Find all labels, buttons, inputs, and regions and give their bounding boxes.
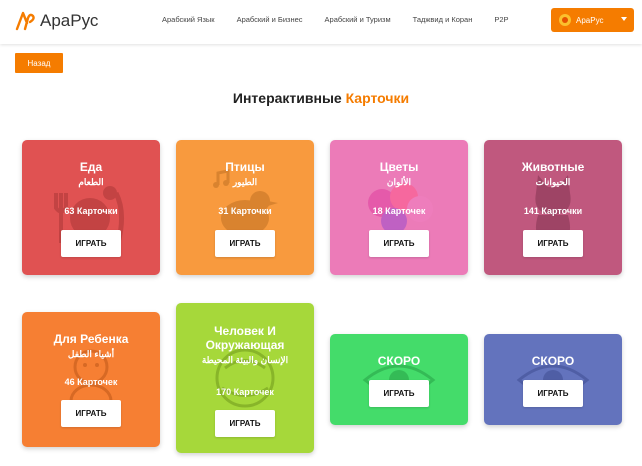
card-title: Для Ребенка xyxy=(53,332,129,346)
logo[interactable]: АраРус xyxy=(14,8,98,34)
card-title: Цветы xyxy=(379,160,419,174)
nav-item-arabic-tourism[interactable]: Арабский и Туризм xyxy=(325,15,391,24)
card-title: СКОРО xyxy=(377,354,421,368)
back-button[interactable]: Назад xyxy=(15,53,63,73)
nav-item-arabic-business[interactable]: Арабский и Бизнес xyxy=(237,15,303,24)
category-card-animals[interactable]: Животные الحيوانات 141 Карточки ИГРАТЬ xyxy=(484,140,622,275)
category-card-coming-soon-2: СКОРО ИГРАТЬ xyxy=(484,334,622,425)
chevron-down-icon xyxy=(621,17,627,21)
card-arabic-title: الحيوانات xyxy=(535,177,571,187)
category-card-colors[interactable]: Цветы الألوان 18 Карточек ИГРАТЬ xyxy=(330,140,468,275)
avatar xyxy=(559,14,571,26)
page-title: Интерактивные Карточки xyxy=(0,90,642,106)
top-header: АраРус Арабский Язык Арабский и Бизнес А… xyxy=(0,0,642,44)
category-card-child[interactable]: Для Ребенка أشياء الطفل 46 Карточек ИГРА… xyxy=(22,312,160,447)
play-button[interactable]: ИГРАТЬ xyxy=(61,400,121,427)
card-title: Еда xyxy=(79,160,103,174)
category-card-coming-soon-1: СКОРО ИГРАТЬ xyxy=(330,334,468,425)
card-count: 31 Карточки xyxy=(218,206,272,216)
account-label: АраРус xyxy=(576,15,604,25)
card-count: 141 Карточки xyxy=(523,206,583,216)
card-title: Человек И Окружающая xyxy=(205,324,285,352)
play-button[interactable]: ИГРАТЬ xyxy=(369,230,429,257)
category-card-birds[interactable]: Птицы الطيور 31 Карточки ИГРАТЬ xyxy=(176,140,314,275)
nav-item-arabic-language[interactable]: Арабский Язык xyxy=(162,15,215,24)
card-count: 170 Карточек xyxy=(216,387,274,397)
card-arabic-title: الطعام xyxy=(78,177,104,187)
play-button[interactable]: ИГРАТЬ xyxy=(523,380,583,407)
main-nav: Арабский Язык Арабский и Бизнес Арабский… xyxy=(162,15,531,24)
logo-text: АраРус xyxy=(40,11,99,30)
card-title: Животные xyxy=(521,160,585,174)
card-count: 18 Карточек xyxy=(372,206,426,216)
page-title-main: Интерактивные xyxy=(232,90,346,106)
card-arabic-title: الألوان xyxy=(386,177,412,187)
play-button[interactable]: ИГРАТЬ xyxy=(523,230,583,257)
logo-mark-icon xyxy=(14,10,36,32)
page-title-highlight: Карточки xyxy=(345,90,410,106)
play-button[interactable]: ИГРАТЬ xyxy=(215,410,275,437)
play-button[interactable]: ИГРАТЬ xyxy=(215,230,275,257)
card-arabic-title: الإنسان والبيئة المحيطة xyxy=(201,355,289,365)
account-menu-button[interactable]: АраРус xyxy=(551,8,634,32)
card-title: СКОРО xyxy=(531,354,575,368)
card-title: Птицы xyxy=(225,160,265,174)
nav-item-tajweed-quran[interactable]: Таджвид и Коран xyxy=(413,15,473,24)
category-card-environment[interactable]: Человек И Окружающая الإنسان والبيئة الم… xyxy=(176,303,314,453)
card-count: 46 Карточек xyxy=(64,377,118,387)
card-arabic-title: الطيور xyxy=(232,177,258,187)
play-button[interactable]: ИГРАТЬ xyxy=(369,380,429,407)
card-count: 63 Карточки xyxy=(64,206,118,216)
card-arabic-title: أشياء الطفل xyxy=(67,349,115,359)
category-card-food[interactable]: Еда الطعام 63 Карточки ИГРАТЬ xyxy=(22,140,160,275)
nav-item-p2p[interactable]: P2P xyxy=(494,15,508,24)
play-button[interactable]: ИГРАТЬ xyxy=(61,230,121,257)
